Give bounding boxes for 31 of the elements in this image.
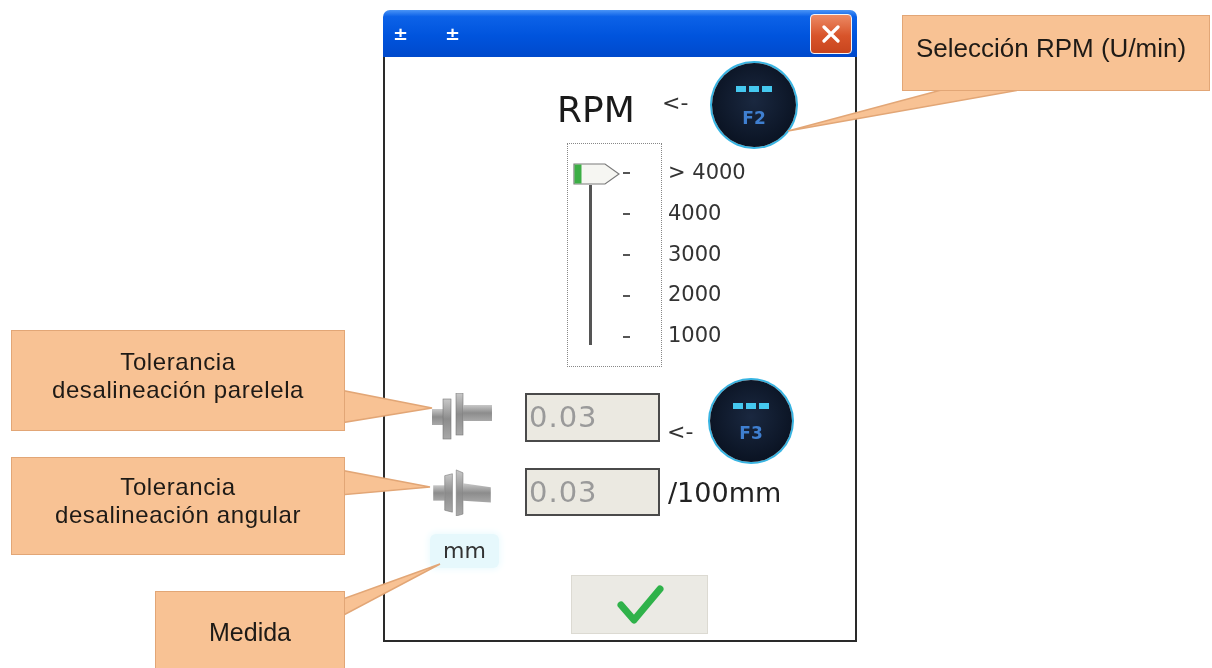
tick-mark: [623, 336, 630, 338]
close-icon: [822, 24, 840, 43]
coupling-icon: [432, 468, 492, 516]
unit-label: /100mm: [668, 476, 782, 508]
coupling-icon: [432, 393, 492, 443]
rpm-option: > 4000: [668, 152, 746, 193]
rpm-option: 3000: [668, 233, 746, 275]
value-field[interactable]: 0.03: [525, 468, 660, 516]
rpm-label: RPM: [557, 88, 636, 132]
tick-mark: [623, 213, 630, 215]
title-text: ±: [445, 23, 461, 44]
function-key: F3: [710, 380, 792, 462]
tick-mark: [623, 295, 630, 297]
rpm-option: 1000: [668, 315, 746, 356]
annotation-callout: Tolerancia desalineación angular: [11, 457, 345, 555]
rpm-option: 4000: [668, 192, 746, 234]
title-text: ±: [393, 23, 409, 44]
rpm-option: 2000: [668, 274, 746, 315]
units-button[interactable]: mm: [430, 534, 499, 568]
rpm-slider[interactable]: [567, 143, 662, 367]
tick-mark: [623, 172, 630, 174]
tick-mark: [623, 254, 630, 256]
close-button[interactable]: [810, 13, 852, 54]
annotation-callout: Medida: [155, 591, 345, 668]
value-field[interactable]: 0.03: [525, 393, 660, 442]
slider-thumb[interactable]: [573, 163, 620, 185]
function-key: F2: [712, 63, 796, 147]
arrow-label: <-: [662, 89, 690, 117]
checkmark-icon: [615, 584, 664, 625]
annotation-callout: Tolerancia desalineación parelela: [11, 330, 345, 431]
arrow-label: <-: [667, 418, 695, 446]
